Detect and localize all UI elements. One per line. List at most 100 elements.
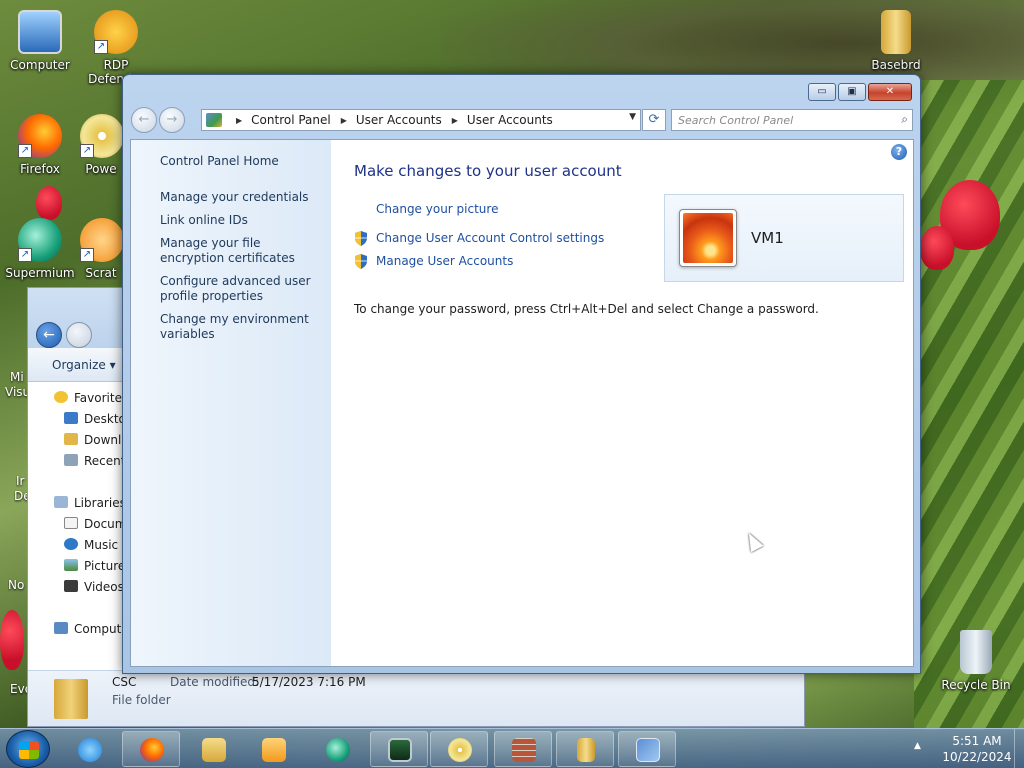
desktop-icon-firefox[interactable]: ↗ Firefox [0, 114, 80, 176]
system-tray: ▲ 5:51 AM 10/22/2024 [914, 729, 1024, 768]
explorer-details-pane: CSC File folder Date modified: 5/17/2023… [28, 670, 804, 726]
taskbar-item-firewall[interactable] [494, 731, 552, 767]
taskbar-item-firefox[interactable] [122, 731, 180, 767]
clock-date[interactable]: 10/22/2024 [940, 750, 1014, 764]
desktop-icon-basebrd[interactable]: Basebrd [856, 10, 936, 72]
show-desktop-button[interactable] [1014, 729, 1024, 768]
desktop-icon-label: Supermium [5, 266, 75, 280]
nav-item-libraries[interactable]: Libraries [54, 493, 126, 513]
control-panel-icon [206, 113, 222, 127]
organize-button[interactable]: Organize ▾ [52, 358, 116, 372]
wallpaper-flower [920, 226, 954, 270]
nav-item-favorites[interactable]: Favorites [54, 388, 128, 408]
firefox-icon: ↗ [18, 114, 62, 158]
nav-item-videos[interactable]: Videos [64, 577, 124, 597]
nav-item-recent[interactable]: Recent [64, 451, 125, 471]
shortcut-arrow-icon: ↗ [94, 40, 108, 54]
clock-time[interactable]: 5:51 AM [940, 734, 1014, 748]
desktop-icon-label: Powe [85, 162, 117, 176]
desktop-icon-label: Basebrd [871, 58, 921, 72]
computer-icon [54, 622, 68, 634]
search-icon[interactable]: ⌕ [901, 112, 908, 127]
desktop-icon-scratch[interactable]: ↗ Scrat [80, 218, 122, 280]
forward-button[interactable]: → [159, 107, 185, 133]
firefox-icon [140, 738, 164, 762]
window-controls: ▭ ▣ ✕ [806, 83, 912, 101]
chevron-down-icon[interactable]: ▼ [629, 112, 636, 122]
computer-icon [18, 10, 62, 54]
nav-item-music[interactable]: Music [64, 535, 118, 555]
desktop-icon-supermium[interactable]: ↗ Supermium [0, 218, 80, 280]
taskbar-item-file-explorer[interactable] [184, 731, 242, 767]
task-manager-icon [388, 738, 412, 762]
shortcut-arrow-icon: ↗ [18, 248, 32, 262]
show-hidden-icons-icon[interactable]: ▲ [914, 741, 921, 751]
desktop-icon-computer[interactable]: Computer [0, 10, 80, 72]
breadcrumb-item[interactable]: User Accounts [467, 113, 553, 127]
sidebar-link-file-encryption-certificates[interactable]: Manage your file encryption certificates [160, 236, 320, 266]
taskbar-item-folder[interactable] [556, 731, 614, 767]
taskbar-item-supermium[interactable] [308, 731, 366, 767]
sidebar-link-control-panel-home[interactable]: Control Panel Home [160, 154, 320, 169]
close-button[interactable]: ✕ [868, 83, 912, 101]
nav-item-pictures[interactable]: Picture [64, 556, 125, 576]
breadcrumb: ▶ Control Panel ▶ User Accounts ▶ User Accoun… [226, 110, 553, 130]
breadcrumb-item[interactable]: User Accounts [356, 113, 442, 127]
taskbar-item-internet-explorer[interactable] [60, 731, 118, 767]
maximize-button[interactable]: ▣ [838, 83, 866, 101]
star-icon [54, 391, 68, 403]
uac-shield-icon [355, 231, 367, 246]
media-player-icon [262, 738, 286, 762]
music-icon [64, 538, 78, 550]
account-name: VM1 [751, 229, 784, 247]
breadcrumb-item[interactable]: Control Panel [251, 113, 331, 127]
start-button[interactable] [6, 730, 50, 768]
forward-arrow-icon[interactable] [66, 322, 92, 348]
sidebar-link-link-online-ids[interactable]: Link online IDs [160, 213, 320, 228]
breadcrumb-separator-icon[interactable]: ▶ [236, 111, 242, 131]
control-panel-window[interactable]: ▭ ▣ ✕ ← → ▶ Control Panel ▶ User Accounts ▶ U… [122, 74, 921, 674]
nav-item-desktop[interactable]: Deskto [64, 409, 126, 429]
search-input[interactable] [678, 112, 888, 128]
breadcrumb-separator-icon[interactable]: ▶ [341, 111, 347, 131]
minimize-button[interactable]: ▭ [808, 83, 836, 101]
sidebar-link-manage-credentials[interactable]: Manage your credentials [160, 190, 320, 205]
password-instructions: To change your password, press Ctrl+Alt+… [354, 302, 819, 316]
nav-item-documents[interactable]: Docum [64, 514, 126, 534]
libraries-icon [54, 496, 68, 508]
taskbar-item-cd[interactable] [430, 731, 488, 767]
desktop-icon-label: Scrat [85, 266, 117, 280]
change-uac-settings-link[interactable]: Change User Account Control settings [376, 231, 604, 245]
breadcrumb-separator-icon[interactable]: ▶ [452, 111, 458, 131]
taskbar: ▲ 5:51 AM 10/22/2024 [0, 728, 1024, 768]
downloads-icon [64, 433, 78, 445]
manage-user-accounts-link[interactable]: Manage User Accounts [376, 254, 513, 268]
refresh-button[interactable]: ⟳ [642, 109, 666, 131]
help-icon[interactable]: ? [891, 144, 907, 160]
shortcut-arrow-icon: ↗ [18, 144, 32, 158]
change-picture-link[interactable]: Change your picture [376, 202, 498, 216]
pictures-icon [64, 559, 78, 571]
date-modified-value: 5/17/2023 7:16 PM [252, 675, 366, 689]
avatar[interactable] [679, 209, 737, 267]
supermium-icon: ↗ [18, 218, 62, 262]
search-box[interactable]: ⌕ [671, 109, 913, 131]
sidebar-link-environment-variables[interactable]: Change my environment variables [160, 312, 320, 342]
folder-icon [54, 679, 88, 719]
desktop-icon-power[interactable]: ↗ Powe [80, 114, 122, 176]
taskbar-item-task-manager[interactable] [370, 731, 428, 767]
documents-icon [64, 517, 78, 529]
back-arrow-icon[interactable]: ← [36, 322, 62, 348]
taskbar-item-control-panel[interactable] [618, 731, 676, 767]
supermium-icon [326, 738, 350, 762]
back-button[interactable]: ← [131, 107, 157, 133]
sidebar-link-advanced-user-profile[interactable]: Configure advanced user profile properti… [160, 274, 320, 304]
cd-icon: ↗ [80, 114, 122, 158]
nav-item-computer[interactable]: Compute [54, 619, 129, 639]
taskbar-item-media-player[interactable] [244, 731, 302, 767]
address-bar[interactable]: ▶ Control Panel ▶ User Accounts ▶ User Accoun… [201, 109, 641, 131]
account-card: VM1 [664, 194, 904, 282]
main-content: ? Make changes to your user account Chan… [331, 140, 913, 666]
nav-item-downloads[interactable]: Downlo [64, 430, 129, 450]
desktop-icon-recycle-bin[interactable]: Recycle Bin [936, 630, 1016, 692]
